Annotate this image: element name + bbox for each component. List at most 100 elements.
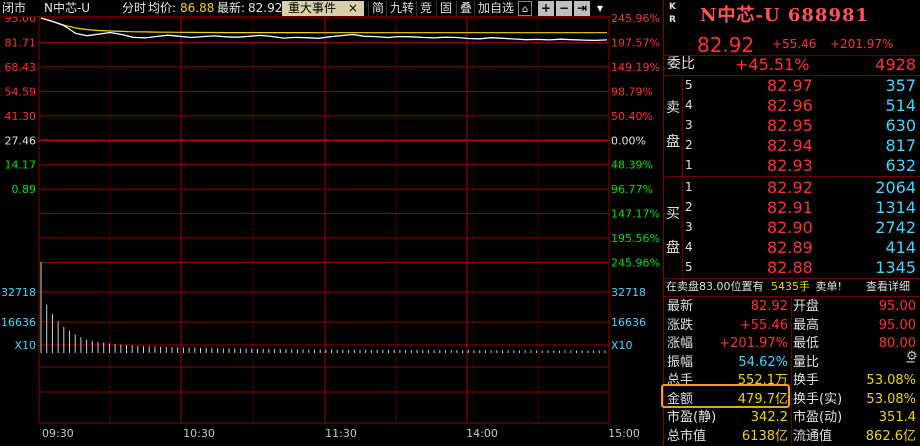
buy-level-row[interactable]: 2 82.91 1314 xyxy=(663,198,920,217)
sell-level: 1 xyxy=(685,158,693,172)
divider xyxy=(663,278,920,279)
stat-label: 流通值 xyxy=(793,428,833,444)
large-sell-order-alert: 在卖盘83.00位置有 5435手 卖单! 查看详细 xyxy=(666,280,910,294)
volume-tick-label: 16636 xyxy=(611,316,646,329)
sell-side-label-1: 卖 xyxy=(666,100,680,116)
buy-volume: 1314 xyxy=(875,198,916,217)
latest-price-value: 82.92 xyxy=(248,1,283,15)
price-change: +55.46 xyxy=(772,37,817,51)
buy-volume: 1345 xyxy=(875,258,916,277)
divider xyxy=(663,176,920,177)
buy-volume: 2064 xyxy=(875,178,916,197)
stat-label: 最低 xyxy=(793,336,820,351)
current-price: 82.92 xyxy=(697,33,755,57)
pct-tick-label: 0.00% xyxy=(611,134,646,147)
zoom-in-icon[interactable]: + xyxy=(538,1,554,16)
pct-tick-label: 147.17% xyxy=(611,208,660,221)
buy-level-row[interactable]: 5 82.88 1345 xyxy=(663,258,920,277)
buy-level-row[interactable]: 3 82.90 2742 xyxy=(663,218,920,237)
sell-level-row[interactable]: 3 82.95 630 xyxy=(663,116,920,135)
stat-value: 862.6亿 xyxy=(865,428,916,444)
volume-tick-label: X10 xyxy=(14,339,36,352)
stat-value: 351.4 xyxy=(878,410,916,425)
chart-toolbar: 闭市 N中芯-U 分时 均价: 86.88 最新: 82.92 重大事件 × 简… xyxy=(0,0,612,17)
buy-price: 82.90 xyxy=(767,218,813,237)
buy-volume: 414 xyxy=(885,238,916,257)
stats-divider xyxy=(791,297,792,446)
pct-tick-label: 96.77% xyxy=(611,183,653,196)
sell-price: 82.93 xyxy=(767,156,813,175)
latest-price-label: 最新: xyxy=(217,1,246,15)
weibi-diff: 4928 xyxy=(875,55,916,74)
weibi-label: 委比 xyxy=(667,56,695,72)
pct-tick-label: 245.96% xyxy=(611,257,660,270)
kr-badge: K R xyxy=(669,1,679,27)
chart-mode: 分时 xyxy=(122,1,147,15)
view-details-link[interactable]: 查看详细 xyxy=(866,280,910,294)
price-tick-label: 68.43 xyxy=(5,61,37,74)
sell-volume: 632 xyxy=(885,156,916,175)
sell-level-row[interactable]: 1 82.93 632 xyxy=(663,156,920,175)
alert-prefix: 在卖盘83.00位置有 xyxy=(666,280,764,293)
stat-label: 市盈(动) xyxy=(793,410,843,425)
tab-overlay[interactable]: 叠 xyxy=(456,1,475,16)
volume-tick-label: 16636 xyxy=(1,316,36,329)
zoom-out-icon[interactable]: − xyxy=(556,1,572,16)
amount-highlight-box xyxy=(661,384,790,408)
sell-price: 82.95 xyxy=(767,116,813,135)
tab-simple[interactable]: 简 xyxy=(368,1,387,16)
volume-tick-label: 32718 xyxy=(1,286,36,299)
pct-tick-label: 197.57% xyxy=(611,36,660,49)
dropdown-icon[interactable]: ▾ xyxy=(592,1,608,16)
sell-level: 4 xyxy=(685,98,693,112)
jump-end-icon[interactable]: ⇥ xyxy=(574,1,590,16)
stat-label: 换手 xyxy=(793,373,820,388)
weibi-row: 委比 +45.51% 4928 xyxy=(663,55,920,74)
add-to-watchlist-button[interactable]: 加自选 xyxy=(474,1,517,16)
buy-level: 3 xyxy=(685,220,693,234)
stat-label: 最高 xyxy=(793,317,820,333)
price-tick-label: 54.59 xyxy=(5,85,37,98)
market-status: 闭市 xyxy=(2,1,27,15)
buy-level-row[interactable]: 4 82.89 414 xyxy=(663,238,920,257)
price-tick-label: 14.17 xyxy=(5,159,37,172)
sell-level-row[interactable]: 5 82.97 357 xyxy=(663,76,920,95)
volume-tick-label: X10 xyxy=(611,339,633,352)
sell-level-row[interactable]: 4 82.96 514 xyxy=(663,96,920,115)
price-tick-label: 41.30 xyxy=(5,110,37,123)
price-tick-label: 81.71 xyxy=(5,36,37,49)
book-divider xyxy=(682,75,683,278)
buy-price: 82.92 xyxy=(767,178,813,197)
tab-nine-turn[interactable]: 九转 xyxy=(386,1,417,16)
buy-level-row[interactable]: 1 82.92 2064 xyxy=(663,178,920,197)
sell-volume: 514 xyxy=(885,96,916,115)
pct-tick-label: 245.96% xyxy=(611,12,660,25)
sell-price: 82.96 xyxy=(767,96,813,115)
avg-price-value: 86.88 xyxy=(180,1,215,15)
tab-fixed[interactable]: 固 xyxy=(436,1,455,16)
time-axis-label: 15:00 xyxy=(608,427,640,440)
close-icon[interactable]: × xyxy=(348,1,358,15)
alert-qty: 5435手 xyxy=(771,280,810,293)
buy-side-label-2: 盘 xyxy=(666,240,680,256)
buy-level: 2 xyxy=(685,200,693,214)
buy-volume: 2742 xyxy=(875,218,916,237)
avg-price-label: 均价: xyxy=(148,1,177,15)
price-tick-label: 0.89 xyxy=(12,183,37,196)
time-axis-label: 10:30 xyxy=(183,427,215,440)
intraday-chart[interactable]: 95.0081.7168.4354.5941.3027.4614.170.892… xyxy=(0,0,663,446)
price-change-pct: +201.97% xyxy=(830,37,894,51)
major-events-button[interactable]: 重大事件 × xyxy=(282,1,364,16)
pct-tick-label: 50.40% xyxy=(611,110,653,123)
settings-gear-icon[interactable]: ⚙ xyxy=(906,349,918,364)
major-events-label: 重大事件 xyxy=(288,1,337,15)
buy-level: 1 xyxy=(685,180,693,194)
volume-tick-label: 32718 xyxy=(611,286,646,299)
time-axis-label: 09:30 xyxy=(42,427,74,440)
lock-icon[interactable]: ⌂ xyxy=(518,1,532,16)
buy-level: 5 xyxy=(685,260,693,274)
sell-price: 82.97 xyxy=(767,76,813,95)
buy-price: 82.89 xyxy=(767,238,813,257)
tab-auction[interactable]: 竞 xyxy=(416,1,435,16)
sell-level-row[interactable]: 2 82.94 817 xyxy=(663,136,920,155)
